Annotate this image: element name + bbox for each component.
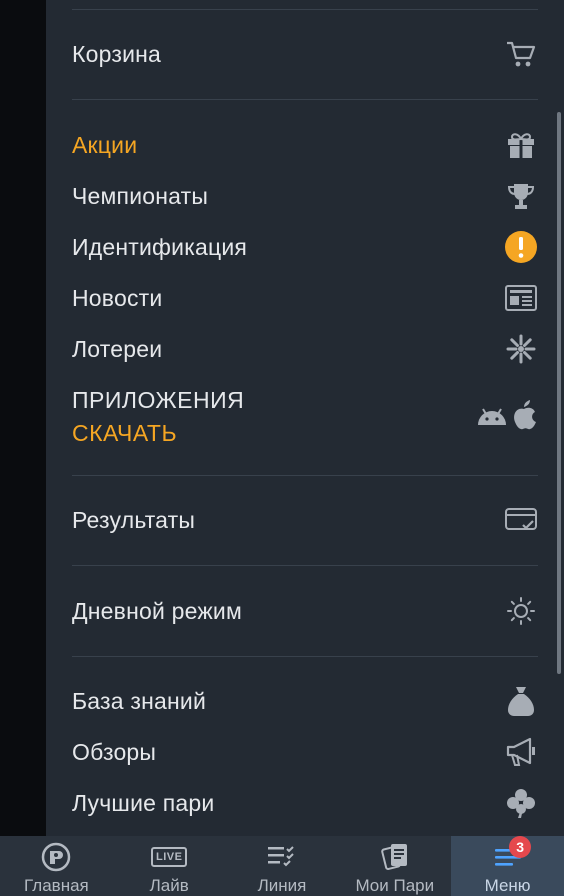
menu-item-cart[interactable]: Корзина (72, 32, 538, 76)
menu-item-label: Новости (72, 284, 163, 311)
menu-item-news[interactable]: Новости (72, 276, 538, 320)
tab-menu[interactable]: 3 Меню (451, 836, 564, 896)
menu-item-championships[interactable]: Чемпионаты (72, 174, 538, 218)
money-bag-icon (504, 684, 538, 718)
home-logo-icon (41, 842, 71, 872)
lottery-icon (504, 332, 538, 366)
gift-icon (504, 128, 538, 162)
live-icon: LIVE (150, 842, 188, 872)
apps-title: ПРИЛОЖЕНИЯ (72, 387, 245, 413)
menu-item-label: Лотереи (72, 335, 163, 362)
notification-badge: 3 (509, 836, 532, 858)
menu-item-label: Результаты (72, 506, 196, 533)
divider (72, 475, 538, 476)
tab-label: Мои Пари (355, 876, 435, 895)
tab-my-bets[interactable]: Мои Пари (338, 836, 451, 896)
backdrop-overlay[interactable] (0, 0, 46, 836)
menu-item-label: Чемпионаты (72, 182, 209, 209)
alert-icon (504, 230, 538, 264)
tab-home[interactable]: Главная (0, 836, 113, 896)
results-card-icon (504, 503, 538, 537)
menu-item-label: Корзина (72, 40, 162, 67)
apps-download-link[interactable]: СКАЧАТЬ (72, 420, 244, 447)
clover-icon (504, 786, 538, 820)
menu-item-label: Идентификация (72, 233, 248, 260)
menu-item-label: Акции (72, 131, 138, 158)
menu-item-label: Дневной режим (72, 597, 242, 624)
side-menu-panel: Корзина Акции Чемпионаты Идентификация Н… (46, 0, 564, 836)
menu-item-identification[interactable]: Идентификация (72, 225, 538, 269)
tab-label: Меню (484, 876, 531, 895)
menu-item-lotteries[interactable]: Лотереи (72, 327, 538, 371)
scrollbar[interactable] (557, 112, 561, 674)
menu-item-label: Обзоры (72, 738, 157, 765)
line-list-icon (267, 842, 297, 872)
menu-item-knowledge-base[interactable]: База знаний (72, 679, 538, 723)
menu-item-label: База знаний (72, 687, 206, 714)
newspaper-icon (504, 281, 538, 315)
sun-icon[interactable] (504, 594, 538, 628)
tab-label: Главная (24, 876, 89, 895)
megaphone-icon (504, 735, 538, 769)
menu-item-results[interactable]: Результаты (72, 498, 538, 542)
tab-line[interactable]: Линия (226, 836, 339, 896)
menu-item-day-mode[interactable]: Дневной режим (72, 589, 538, 633)
android-icon[interactable] (476, 403, 508, 432)
menu-item-label: Лучшие пари (72, 789, 215, 816)
divider (72, 565, 538, 566)
menu-item-reviews[interactable]: Обзоры (72, 730, 538, 774)
menu-item-apps[interactable]: ПРИЛОЖЕНИЯ СКАЧАТЬ (72, 382, 538, 452)
divider (72, 99, 538, 100)
divider (72, 9, 538, 10)
apple-icon[interactable] (510, 399, 538, 436)
tab-label: Линия (257, 876, 307, 895)
coupon-icon (380, 842, 410, 872)
tab-live[interactable]: LIVE Лайв (113, 836, 226, 896)
divider (72, 656, 538, 657)
bottom-navigation: Главная LIVE Лайв Линия Мои Пари 3 Меню (0, 836, 564, 896)
tab-label: Лайв (149, 876, 189, 895)
menu-item-promotions[interactable]: Акции (72, 123, 538, 167)
menu-item-best-bets[interactable]: Лучшие пари (72, 781, 538, 825)
cart-icon (504, 37, 538, 71)
trophy-icon (504, 179, 538, 213)
